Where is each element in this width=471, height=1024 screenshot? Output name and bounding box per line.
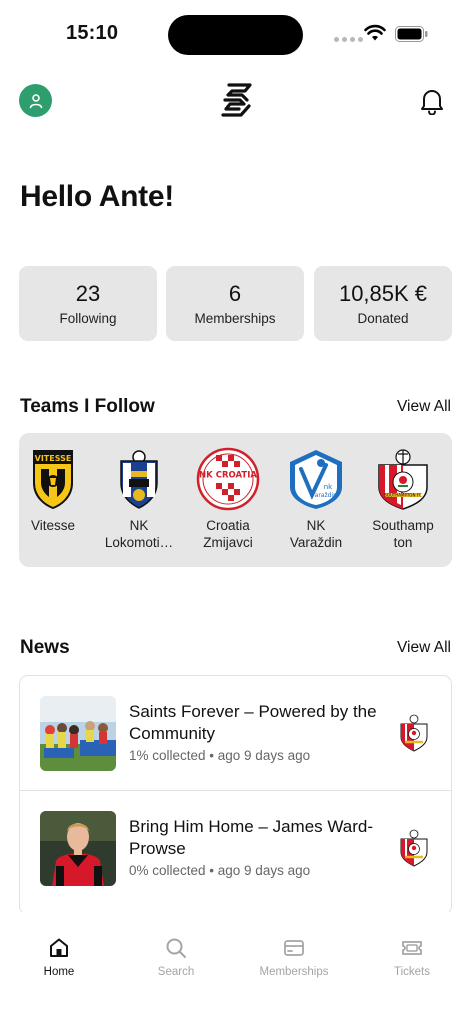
teams-section-title: Teams I Follow [20, 396, 155, 417]
teams-view-all-link[interactable]: View All [397, 398, 451, 416]
svg-text:VITESSE: VITESSE [35, 454, 72, 463]
user-icon [29, 93, 42, 108]
home-icon [50, 938, 68, 957]
news-view-all-link[interactable]: View All [397, 639, 451, 657]
ticket-icon [402, 941, 422, 955]
news-title: Bring Him Home – James Ward-Prowse [129, 817, 374, 858]
stat-memberships[interactable]: 6 Memberships [166, 266, 304, 341]
team-name: NK Varaždin [289, 518, 343, 550]
tab-home[interactable]: Home [9, 936, 109, 978]
svg-text:nk: nk [324, 483, 333, 491]
tab-label: Home [43, 966, 75, 978]
tab-tickets[interactable]: Tickets [362, 936, 462, 978]
news-item[interactable]: Bring Him Home – James Ward-Prowse 0% co… [20, 790, 451, 905]
stat-label: Following [59, 311, 117, 326]
tab-label: Memberships [259, 966, 329, 978]
southampton-crest-icon [400, 714, 428, 752]
bottom-tab-bar: Home Search Memberships Tickets [0, 912, 471, 1024]
croatia-zmijavci-crest-icon: NK CROATIA [196, 447, 260, 511]
stat-following[interactable]: 23 Following [19, 266, 157, 341]
nk-lokomotiva-crest-icon [120, 450, 158, 509]
card-icon [284, 940, 304, 956]
team-name: Croatia Zmijavci [203, 518, 253, 550]
stat-label: Donated [357, 311, 409, 326]
stat-label: Memberships [194, 311, 276, 326]
southampton-crest-icon: SOUTHAMPTON FC [378, 449, 428, 510]
vitesse-crest-icon: VITESSE [33, 450, 73, 510]
dynamic-island [168, 15, 303, 55]
svg-text:SOUTHAMPTON FC: SOUTHAMPTON FC [384, 493, 422, 498]
tab-memberships[interactable]: Memberships [244, 936, 344, 978]
news-thumbnail-image [40, 811, 116, 886]
tab-label: Search [157, 966, 195, 978]
stat-donated[interactable]: 10,85K € Donated [314, 266, 452, 341]
team-item-vitesse[interactable]: VITESSE Vitesse [11, 447, 95, 534]
greeting-heading: Hello Ante! [20, 180, 174, 213]
status-time: 15:10 [66, 22, 119, 44]
nk-varazdin-crest-icon: nk varaždin [290, 450, 342, 509]
tab-label: Tickets [394, 966, 430, 978]
team-item-croatia-zmijavci[interactable]: NK CROATIA Croatia Zmijavci [186, 447, 270, 551]
stat-value: 23 [75, 281, 101, 306]
teams-carousel[interactable]: VITESSE Vitesse NKLokomoti… NK CROATIA [19, 433, 452, 567]
team-name: Southamp ton [372, 518, 434, 550]
profile-avatar-button[interactable] [19, 84, 52, 117]
southampton-crest-icon [400, 829, 428, 867]
tab-search[interactable]: Search [126, 936, 226, 978]
notifications-bell-icon[interactable] [419, 87, 445, 115]
wifi-icon [364, 24, 386, 41]
team-item-nk-varazdin[interactable]: nk varaždin NK Varaždin [274, 447, 358, 551]
stat-value: 6 [228, 281, 242, 306]
news-meta: 1% collected • ago 9 days ago [129, 748, 311, 763]
news-meta: 0% collected • ago 9 days ago [129, 863, 311, 878]
battery-icon [395, 26, 428, 42]
news-thumbnail-image [40, 696, 116, 771]
news-title: Saints Forever – Powered by the Communit… [129, 702, 377, 743]
stat-value: 10,85K € [338, 281, 428, 306]
news-section-title: News [20, 637, 70, 658]
team-name: Vitesse [30, 518, 76, 533]
svg-text:varaždin: varaždin [311, 492, 337, 499]
search-icon [166, 938, 186, 958]
app-logo [221, 83, 252, 117]
status-bar: 15:10 [0, 0, 471, 70]
team-item-southampton[interactable]: SOUTHAMPTON FC Southamp ton [361, 447, 445, 551]
news-item[interactable]: Saints Forever – Powered by the Communit… [20, 676, 451, 791]
svg-text:NK CROATIA: NK CROATIA [199, 471, 257, 481]
team-item-nk-lokomotiva[interactable]: NK Lokomoti… [97, 447, 181, 551]
news-list: Saints Forever – Powered by the Communit… [19, 675, 452, 915]
cellular-signal-icon [334, 37, 363, 42]
team-name: NK Lokomoti… [104, 518, 174, 550]
